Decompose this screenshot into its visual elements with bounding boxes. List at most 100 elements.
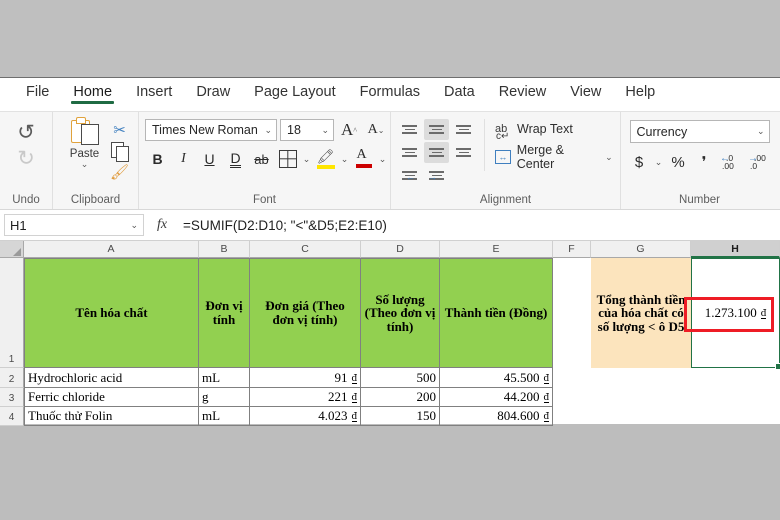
cell-G4[interactable] <box>591 407 691 426</box>
currency-chevron-down-icon[interactable]: ⌄ <box>653 157 664 168</box>
cell-F3[interactable] <box>553 388 591 407</box>
insert-function-icon[interactable]: fx <box>144 217 180 233</box>
cell-E3[interactable]: 44.200 đ <box>440 388 553 407</box>
borders-button[interactable] <box>275 147 300 171</box>
cell-D2[interactable]: 500 <box>361 368 440 388</box>
font-name-combo[interactable]: Times New Roman ⌄ <box>145 119 277 141</box>
number-format-combo[interactable]: Currency ⌄ <box>629 120 770 143</box>
cut-icon[interactable]: ✂ <box>109 119 131 140</box>
tab-formulas[interactable]: Formulas <box>348 78 432 104</box>
cell-F1[interactable] <box>553 258 591 368</box>
row-header-1[interactable]: 1 <box>0 258 24 368</box>
redo-icon[interactable]: ↻ <box>13 145 39 171</box>
column-header-d[interactable]: D <box>361 241 440 258</box>
column-header-h[interactable]: H <box>691 241 780 258</box>
cell-A1[interactable]: Tên hóa chất <box>24 258 199 368</box>
comma-format-icon[interactable]: ❜ <box>692 151 716 173</box>
bold-button[interactable]: B <box>145 147 170 171</box>
cell-F4[interactable] <box>553 407 591 426</box>
row-header-2[interactable]: 2 <box>0 368 24 388</box>
column-header-f[interactable]: F <box>553 241 591 258</box>
tab-draw[interactable]: Draw <box>184 78 242 104</box>
paste-caret-icon[interactable]: ⌄ <box>81 160 89 169</box>
column-header-g[interactable]: G <box>591 241 691 258</box>
row-header-4[interactable]: 4 <box>0 407 24 426</box>
cell-B2[interactable]: mL <box>199 368 250 388</box>
align-middle-icon[interactable] <box>424 119 449 140</box>
tab-home[interactable]: Home <box>61 78 124 104</box>
cell-A4[interactable]: Thuốc thử Folin <box>24 407 199 426</box>
tab-file[interactable]: File <box>14 78 61 104</box>
align-left-icon[interactable] <box>397 142 422 163</box>
paste-button[interactable]: Paste ⌄ <box>61 117 109 169</box>
merge-center-label: Merge & Center <box>516 143 565 171</box>
cell-A2[interactable]: Hydrochloric acid <box>24 368 199 388</box>
cell-A4-text: Thuốc thử Folin <box>28 408 113 423</box>
increase-decimal-icon[interactable]: ← .0 .00 <box>718 151 744 173</box>
percent-format-icon[interactable]: % <box>666 151 690 173</box>
merge-chevron-down-icon[interactable]: ⌄ <box>604 152 614 163</box>
cell-H1[interactable]: 1.273.100 đ <box>691 258 780 368</box>
align-bottom-icon[interactable] <box>451 119 476 140</box>
tab-insert[interactable]: Insert <box>124 78 184 104</box>
cell-B1[interactable]: Đơn vị tính <box>199 258 250 368</box>
currency-format-icon[interactable]: $ <box>627 151 651 173</box>
merge-center-button[interactable]: Merge & Center ⌄ <box>495 143 614 171</box>
cell-G2[interactable] <box>591 368 691 388</box>
cell-D1[interactable]: Số lượng (Theo đơn vị tính) <box>361 258 440 368</box>
double-underline-button[interactable]: D <box>223 147 248 171</box>
font-size-combo[interactable]: 18 ⌄ <box>280 119 334 141</box>
fill-color-chevron-down-icon[interactable]: ⌄ <box>339 154 350 165</box>
cell-H3[interactable] <box>691 388 780 407</box>
decrease-font-size-icon[interactable]: A ⌄ <box>364 119 388 141</box>
font-color-chevron-down-icon[interactable]: ⌄ <box>377 154 388 165</box>
tab-page-layout[interactable]: Page Layout <box>242 78 347 104</box>
decrease-indent-icon[interactable]: ← <box>397 165 422 186</box>
cell-H4[interactable] <box>691 407 780 426</box>
undo-icon[interactable]: ↺ <box>13 119 39 145</box>
cell-E2[interactable]: 45.500 đ <box>440 368 553 388</box>
cell-G3[interactable] <box>591 388 691 407</box>
cell-H2[interactable] <box>691 368 780 388</box>
cell-B3[interactable]: g <box>199 388 250 407</box>
increase-indent-icon[interactable]: → <box>424 165 449 186</box>
italic-button[interactable]: I <box>171 147 196 171</box>
tab-data[interactable]: Data <box>432 78 487 104</box>
cell-C1[interactable]: Đơn giá (Theo đơn vị tính) <box>250 258 361 368</box>
formula-input[interactable]: =SUMIF(D2:D10; "<"&D5;E2:E10) <box>180 214 776 236</box>
column-header-e[interactable]: E <box>440 241 553 258</box>
name-box[interactable]: H1 ⌄ <box>4 214 144 236</box>
cell-F2[interactable] <box>553 368 591 388</box>
cell-A3[interactable]: Ferric chloride <box>24 388 199 407</box>
cell-C4[interactable]: 4.023 đ <box>250 407 361 426</box>
align-right-icon[interactable] <box>451 142 476 163</box>
cell-C2[interactable]: 91 đ <box>250 368 361 388</box>
cell-G1[interactable]: Tổng thành tiền của hóa chất có số lượng… <box>591 258 691 368</box>
row-header-3[interactable]: 3 <box>0 388 24 407</box>
increase-font-size-icon[interactable]: A ^ <box>337 119 361 141</box>
underline-button[interactable]: U <box>197 147 222 171</box>
align-center-icon[interactable] <box>424 142 449 163</box>
cell-B4[interactable]: mL <box>199 407 250 426</box>
align-top-icon[interactable] <box>397 119 422 140</box>
copy-icon[interactable] <box>109 140 131 162</box>
tab-help[interactable]: Help <box>613 78 667 104</box>
borders-chevron-down-icon[interactable]: ⌄ <box>301 154 312 165</box>
fill-color-button[interactable]: 🖍 <box>313 147 338 171</box>
cell-C3[interactable]: 221 đ <box>250 388 361 407</box>
tab-view[interactable]: View <box>558 78 613 104</box>
cell-D3[interactable]: 200 <box>361 388 440 407</box>
cell-E1[interactable]: Thành tiền (Đồng) <box>440 258 553 368</box>
strikethrough-button[interactable]: ab <box>249 147 274 171</box>
cell-D4[interactable]: 150 <box>361 407 440 426</box>
column-header-c[interactable]: C <box>250 241 361 258</box>
decrease-decimal-icon[interactable]: → .00 .0 <box>746 151 772 173</box>
format-painter-icon[interactable]: 🖌 <box>109 161 131 182</box>
column-header-a[interactable]: A <box>24 241 199 258</box>
font-color-button[interactable]: A <box>351 147 376 171</box>
tab-review[interactable]: Review <box>487 78 559 104</box>
select-all-corner[interactable] <box>0 241 24 258</box>
wrap-text-button[interactable]: ab c↵ Wrap Text <box>495 122 614 142</box>
cell-E4[interactable]: 804.600 đ <box>440 407 553 426</box>
column-header-b[interactable]: B <box>199 241 250 258</box>
